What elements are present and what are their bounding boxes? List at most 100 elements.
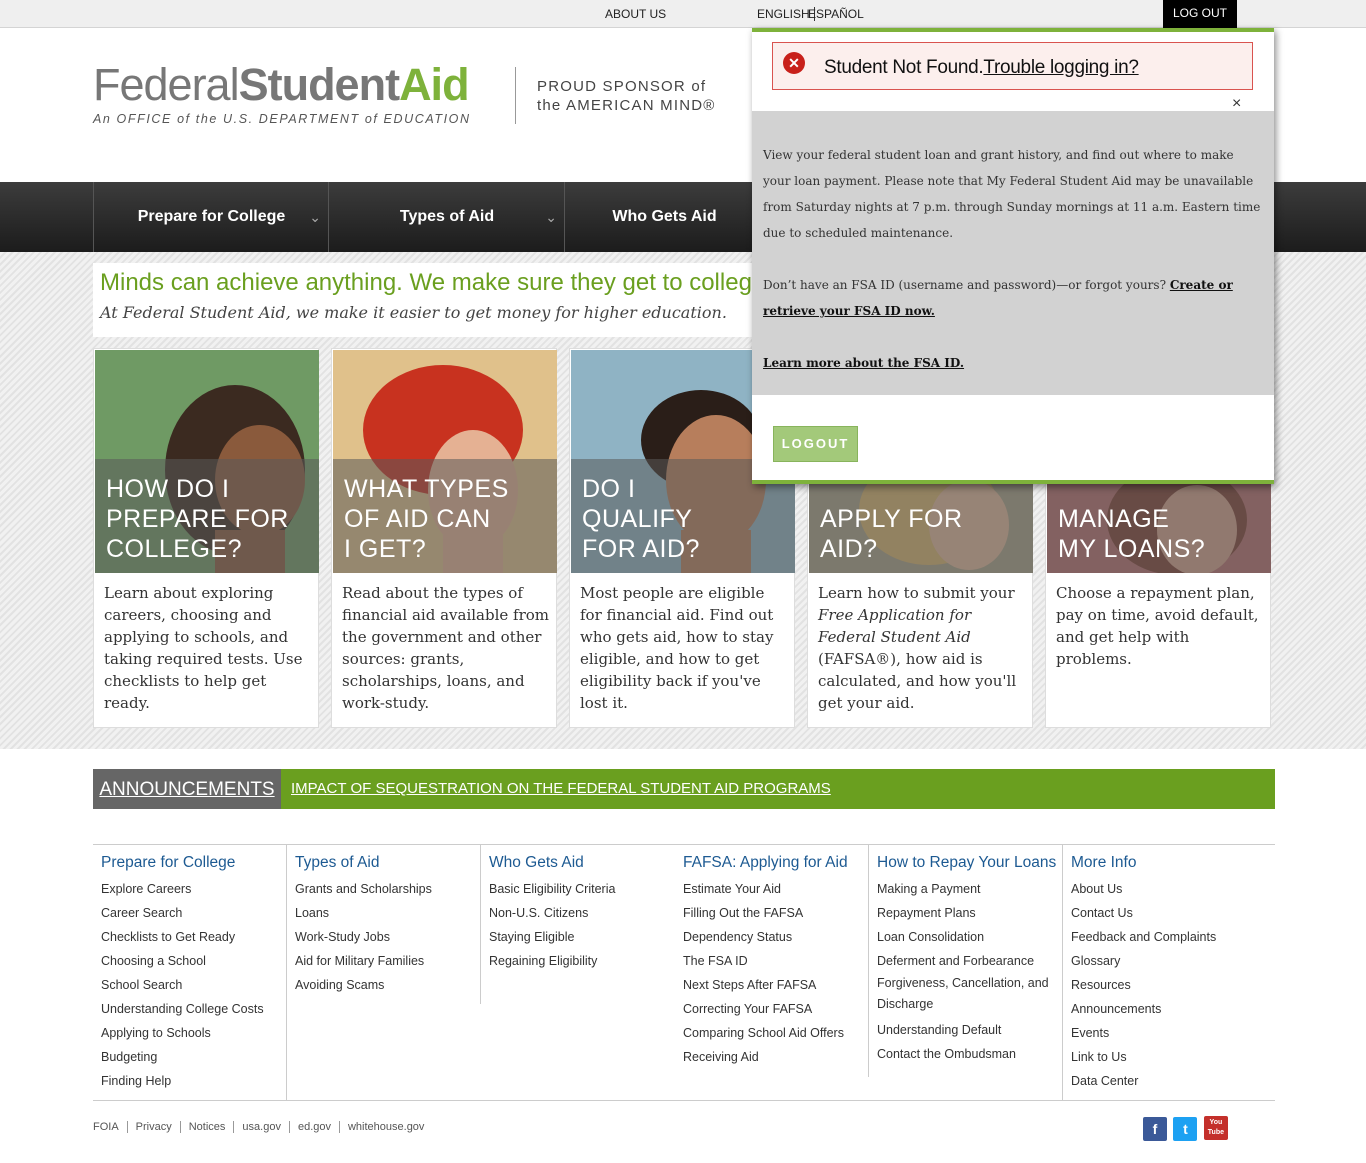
- footer-link[interactable]: Staying Eligible: [489, 925, 674, 949]
- footer-link[interactable]: Budgeting: [101, 1045, 287, 1069]
- card-caption: MANAGE MY LOANS?: [1058, 505, 1206, 563]
- footer-link[interactable]: Explore Careers: [101, 877, 287, 901]
- footer-col-title[interactable]: How to Repay Your Loans: [877, 854, 1062, 872]
- fsa-logo[interactable]: FederalStudentAid An OFFICE of the U.S. …: [93, 62, 471, 126]
- footer-link[interactable]: Feedback and Complaints: [1071, 925, 1256, 949]
- footer-link[interactable]: Finding Help: [101, 1069, 287, 1093]
- legal-link[interactable]: FOIA: [93, 1121, 127, 1133]
- footer-link[interactable]: The FSA ID: [683, 949, 869, 973]
- footer-link[interactable]: Link to Us: [1071, 1045, 1256, 1069]
- nav-who-gets-aid[interactable]: Who Gets Aid: [564, 182, 764, 252]
- panel-fsa-id-text: Don’t have an FSA ID (username and passw…: [763, 278, 1233, 318]
- footer-link[interactable]: Repayment Plans: [877, 901, 1062, 925]
- footer-link[interactable]: Loans: [295, 901, 480, 925]
- footer-link[interactable]: Work-Study Jobs: [295, 925, 480, 949]
- footer-link[interactable]: Deferment and Forbearance: [877, 949, 1062, 973]
- footer-col-who: Who Gets Aid Basic Eligibility Criteria …: [480, 845, 674, 1004]
- footer-link[interactable]: Aid for Military Families: [295, 949, 480, 973]
- error-text: Student Not Found.Trouble logging in?: [824, 57, 1139, 78]
- footer-col-repay: How to Repay Your Loans Making a Payment…: [868, 845, 1062, 1077]
- espanol-link[interactable]: ESPAÑOL: [808, 7, 864, 21]
- error-message-box: ✕ Student Not Found.Trouble logging in?: [772, 42, 1253, 90]
- footer-col-title[interactable]: Types of Aid: [295, 854, 480, 872]
- footer-link[interactable]: Estimate Your Aid: [683, 877, 869, 901]
- social-links: f t You Tube: [1143, 1116, 1230, 1141]
- footer-link[interactable]: Forgiveness, Cancellation, and Discharge: [877, 973, 1062, 1015]
- footer-link[interactable]: Career Search: [101, 901, 287, 925]
- logout-top-button[interactable]: LOG OUT: [1163, 0, 1237, 28]
- footer-link[interactable]: About Us: [1071, 877, 1256, 901]
- footer-col-title[interactable]: FAFSA: Applying for Aid: [683, 854, 869, 872]
- footer-link[interactable]: Glossary: [1071, 949, 1256, 973]
- footer-link[interactable]: Checklists to Get Ready: [101, 925, 287, 949]
- footer-link[interactable]: Grants and Scholarships: [295, 877, 480, 901]
- footer-col-prepare: Prepare for College Explore Careers Care…: [93, 845, 287, 1093]
- panel-body: View your federal student loan and grant…: [752, 111, 1274, 395]
- footer-link[interactable]: Next Steps After FAFSA: [683, 973, 869, 997]
- legal-link[interactable]: ed.gov: [288, 1121, 339, 1133]
- footer-link[interactable]: Receiving Aid: [683, 1045, 869, 1069]
- panel-info-text: View your federal student loan and grant…: [763, 148, 1261, 240]
- footer-col-title[interactable]: Prepare for College: [101, 854, 287, 872]
- footer-link[interactable]: Correcting Your FAFSA: [683, 997, 869, 1021]
- footer-link[interactable]: Comparing School Aid Offers: [683, 1021, 869, 1045]
- footer-col-title[interactable]: Who Gets Aid: [489, 854, 674, 872]
- footer-link[interactable]: Basic Eligibility Criteria: [489, 877, 674, 901]
- footer-link[interactable]: Loan Consolidation: [877, 925, 1062, 949]
- footer-link[interactable]: Resources: [1071, 973, 1256, 997]
- footer-link[interactable]: Data Center: [1071, 1069, 1256, 1093]
- footer-col-more: More Info About Us Contact Us Feedback a…: [1062, 845, 1256, 1101]
- card-photo: HOW DO I PREPARE FOR COLLEGE?: [95, 350, 319, 573]
- english-link[interactable]: ENGLISH: [757, 7, 815, 21]
- about-us-link[interactable]: ABOUT US: [605, 7, 666, 21]
- footer-link[interactable]: Understanding College Costs: [101, 997, 287, 1021]
- twitter-icon[interactable]: t: [1173, 1117, 1198, 1141]
- footer-link[interactable]: Contact the Ombudsman: [877, 1042, 1062, 1066]
- logo-divider: [515, 67, 516, 124]
- sequestration-link[interactable]: IMPACT OF SEQUESTRATION ON THE FEDERAL S…: [291, 780, 831, 797]
- announcements-link[interactable]: ANNOUNCEMENTS: [93, 769, 281, 809]
- logo-title: FederalStudentAid: [93, 59, 470, 110]
- card-caption: HOW DO I PREPARE FOR COLLEGE?: [106, 475, 289, 563]
- footer-link[interactable]: School Search: [101, 973, 287, 997]
- footer-link[interactable]: Avoiding Scams: [295, 973, 480, 997]
- footer-col-title[interactable]: More Info: [1071, 854, 1256, 872]
- logout-button[interactable]: LOGOUT: [773, 426, 858, 462]
- footer-link[interactable]: Events: [1071, 1021, 1256, 1045]
- legal-link[interactable]: whitehouse.gov: [338, 1121, 433, 1133]
- card-prepare-for-college[interactable]: HOW DO I PREPARE FOR COLLEGE? Learn abou…: [93, 348, 319, 728]
- footer-link[interactable]: Regaining Eligibility: [489, 949, 674, 973]
- footer-link[interactable]: Applying to Schools: [101, 1021, 287, 1045]
- footer-link[interactable]: Dependency Status: [683, 925, 869, 949]
- nav-prepare-for-college[interactable]: Prepare for College ⌄: [93, 182, 329, 252]
- footer-link[interactable]: Making a Payment: [877, 877, 1062, 901]
- chevron-down-icon: ⌄: [545, 209, 557, 225]
- footer-nav: Prepare for College Explore Careers Care…: [93, 844, 1275, 1101]
- chevron-down-icon: ⌄: [309, 209, 321, 225]
- youtube-icon[interactable]: You Tube: [1203, 1116, 1228, 1140]
- footer-col-fafsa: FAFSA: Applying for Aid Estimate Your Ai…: [675, 845, 869, 1069]
- card-caption: APPLY FOR AID?: [820, 505, 963, 563]
- error-icon: ✕: [783, 52, 805, 74]
- card-caption: WHAT TYPES OF AID CAN I GET?: [344, 475, 509, 563]
- footer-link[interactable]: Choosing a School: [101, 949, 287, 973]
- nav-types-of-aid[interactable]: Types of Aid ⌄: [328, 182, 565, 252]
- card-types-of-aid[interactable]: WHAT TYPES OF AID CAN I GET? Read about …: [331, 348, 557, 728]
- card-description: Learn about exploring careers, choosing …: [104, 584, 303, 712]
- legal-link[interactable]: Notices: [179, 1121, 234, 1133]
- footer-link[interactable]: Announcements: [1071, 997, 1256, 1021]
- footer-link[interactable]: Filling Out the FAFSA: [683, 901, 869, 925]
- legal-link[interactable]: usa.gov: [233, 1121, 289, 1133]
- card-photo: WHAT TYPES OF AID CAN I GET?: [333, 350, 557, 573]
- facebook-icon[interactable]: f: [1143, 1117, 1167, 1141]
- footer-link[interactable]: Understanding Default: [877, 1018, 1062, 1042]
- login-dropdown-panel: ✕ Student Not Found.Trouble logging in? …: [752, 28, 1274, 484]
- trouble-logging-in-link[interactable]: Trouble logging in?: [983, 57, 1139, 78]
- learn-more-fsa-id-link[interactable]: Learn more about the FSA ID.: [763, 356, 964, 370]
- top-utility-bar: ABOUT US ENGLISH ESPAÑOL LOG OUT: [0, 0, 1366, 28]
- legal-link[interactable]: Privacy: [126, 1121, 180, 1133]
- footer-divider: [93, 1100, 1275, 1101]
- footer-link[interactable]: Contact Us: [1071, 901, 1256, 925]
- footer-link[interactable]: Non-U.S. Citizens: [489, 901, 674, 925]
- card-description: Most people are eligible for financial a…: [580, 584, 774, 712]
